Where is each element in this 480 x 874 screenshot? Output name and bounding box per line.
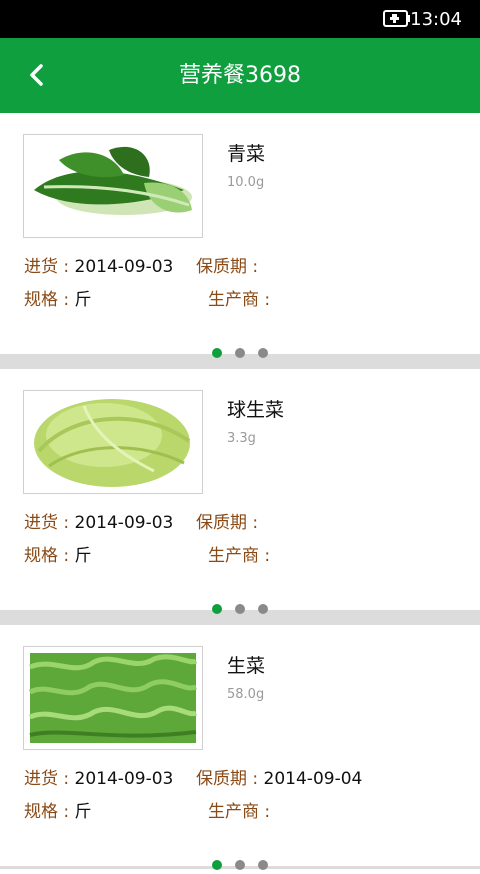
food-name: 球生菜 [227, 399, 285, 421]
spec-row: 规格 : 斤 [24, 797, 92, 822]
spec-label: 规格 : [24, 802, 70, 822]
shelf-life-label: 保质期 : [196, 257, 259, 277]
page-dot[interactable] [258, 604, 269, 614]
shelf-life-row: 保质期 : [196, 252, 258, 277]
page-dot[interactable] [258, 860, 269, 870]
food-name: 青菜 [227, 143, 266, 165]
page-dot-active[interactable] [211, 860, 222, 870]
page-dot-active[interactable] [211, 348, 222, 358]
food-image-leaf-lettuce [23, 646, 203, 750]
spec-label: 规格 : [24, 546, 70, 566]
food-weight: 10.0g [227, 175, 265, 190]
manufacturer-row: 生产商 : [208, 541, 270, 566]
page-indicator [0, 599, 480, 618]
manufacturer-row: 生产商 : [208, 797, 270, 822]
page-dot[interactable] [235, 860, 245, 870]
food-name: 生菜 [227, 655, 266, 677]
shelf-life-label: 保质期 : [196, 513, 259, 533]
purchase-label: 进货 : [24, 513, 70, 533]
page-dot[interactable] [235, 348, 245, 358]
page-indicator [0, 343, 480, 362]
food-card[interactable]: 生菜 58.0g 进货 : 2014-09-03 保质期 : 2014-09-0… [0, 625, 480, 870]
food-image-bok-choy [23, 134, 203, 238]
page-dot[interactable] [235, 604, 245, 614]
status-bar: 13:04 [0, 0, 480, 38]
food-list: 青菜 10.0g 进货 : 2014-09-03 保质期 : 规格 : 斤 生产… [0, 113, 480, 870]
purchase-row: 进货 : 2014-09-03 [24, 764, 173, 789]
page-dot[interactable] [258, 348, 269, 358]
spec-value: 斤 [74, 802, 92, 822]
page-title: 营养餐3698 [179, 63, 301, 88]
page-indicator [0, 855, 480, 874]
purchase-label: 进货 : [24, 257, 70, 277]
food-card[interactable]: 球生菜 3.3g 进货 : 2014-09-03 保质期 : 规格 : 斤 生产… [0, 369, 480, 614]
purchase-date: 2014-09-03 [74, 513, 174, 533]
spec-label: 规格 : [24, 290, 70, 310]
manufacturer-row: 生产商 : [208, 285, 270, 310]
manufacturer-label: 生产商 : [208, 802, 271, 822]
shelf-life-row: 保质期 : [196, 508, 258, 533]
spec-row: 规格 : 斤 [24, 285, 92, 310]
status-time: 13:04 [410, 9, 462, 30]
shelf-life-row: 保质期 : 2014-09-04 [196, 764, 362, 789]
spec-row: 规格 : 斤 [24, 541, 92, 566]
purchase-date: 2014-09-03 [74, 769, 174, 789]
purchase-row: 进货 : 2014-09-03 [24, 508, 173, 533]
page-dot-active[interactable] [211, 604, 222, 614]
food-card[interactable]: 青菜 10.0g 进货 : 2014-09-03 保质期 : 规格 : 斤 生产… [0, 113, 480, 358]
shelf-life-value: 2014-09-04 [263, 769, 363, 789]
manufacturer-label: 生产商 : [208, 546, 271, 566]
purchase-row: 进货 : 2014-09-03 [24, 252, 173, 277]
shelf-life-label: 保质期 : [196, 769, 259, 789]
purchase-date: 2014-09-03 [74, 257, 174, 277]
food-weight: 3.3g [227, 431, 256, 446]
food-image-iceberg-lettuce [23, 390, 203, 494]
app-bar: 营养餐3698 [0, 38, 480, 113]
food-weight: 58.0g [227, 687, 265, 702]
purchase-label: 进货 : [24, 769, 70, 789]
battery-charging-icon [383, 10, 410, 27]
manufacturer-label: 生产商 : [208, 290, 271, 310]
spec-value: 斤 [74, 546, 92, 566]
spec-value: 斤 [74, 290, 92, 310]
